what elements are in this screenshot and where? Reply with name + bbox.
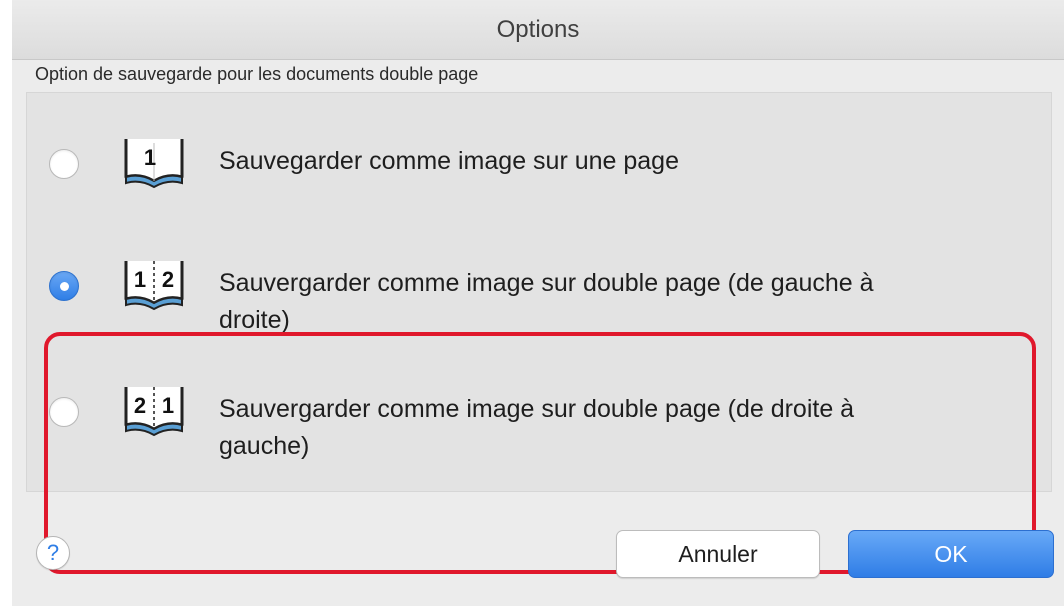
option-label-line2: gauche) — [219, 432, 310, 460]
book-right-page-number: 2 — [162, 267, 174, 292]
option-label-line1: Sauvergarder comme image sur double page… — [219, 395, 855, 423]
book-page-number: 1 — [144, 145, 156, 170]
options-group-box: 1 Sauvegarder comme image sur une page 1… — [26, 92, 1052, 574]
book-left-page-number: 2 — [134, 393, 146, 418]
option-label-line1: Sauvergarder comme image sur double page… — [219, 269, 874, 297]
option-label-line2: droite) — [219, 306, 290, 334]
radio-left-to-right[interactable] — [49, 271, 79, 301]
radio-right-to-left[interactable] — [49, 397, 79, 427]
option-label-left-to-right: Sauvergarder comme image sur double page… — [219, 265, 999, 339]
radio-single-page[interactable] — [49, 149, 79, 179]
right-to-left-book-icon: 2 1 — [124, 387, 184, 437]
window-title: Options — [12, 0, 1064, 60]
options-dialog: Options Option de sauvegarde pour les do… — [12, 0, 1064, 606]
left-to-right-book-icon: 1 2 — [124, 261, 184, 311]
option-left-to-right[interactable]: 1 2 Sauvergarder comme image sur double … — [27, 253, 1051, 343]
option-label-right-to-left: Sauvergarder comme image sur double page… — [219, 391, 999, 465]
help-button[interactable]: ? — [36, 536, 70, 570]
group-label: Option de sauvegarde pour les documents … — [35, 64, 479, 84]
ok-button[interactable]: OK — [848, 530, 1054, 578]
book-right-page-number: 1 — [162, 393, 174, 418]
option-single-page[interactable]: 1 Sauvegarder comme image sur une page — [27, 133, 1051, 193]
book-left-page-number: 1 — [134, 267, 146, 292]
option-label-single-page: Sauvegarder comme image sur une page — [219, 147, 679, 175]
single-page-book-icon: 1 — [124, 139, 184, 189]
cancel-button[interactable]: Annuler — [616, 530, 820, 578]
option-right-to-left[interactable]: 2 1 Sauvergarder comme image sur double … — [27, 379, 1051, 469]
